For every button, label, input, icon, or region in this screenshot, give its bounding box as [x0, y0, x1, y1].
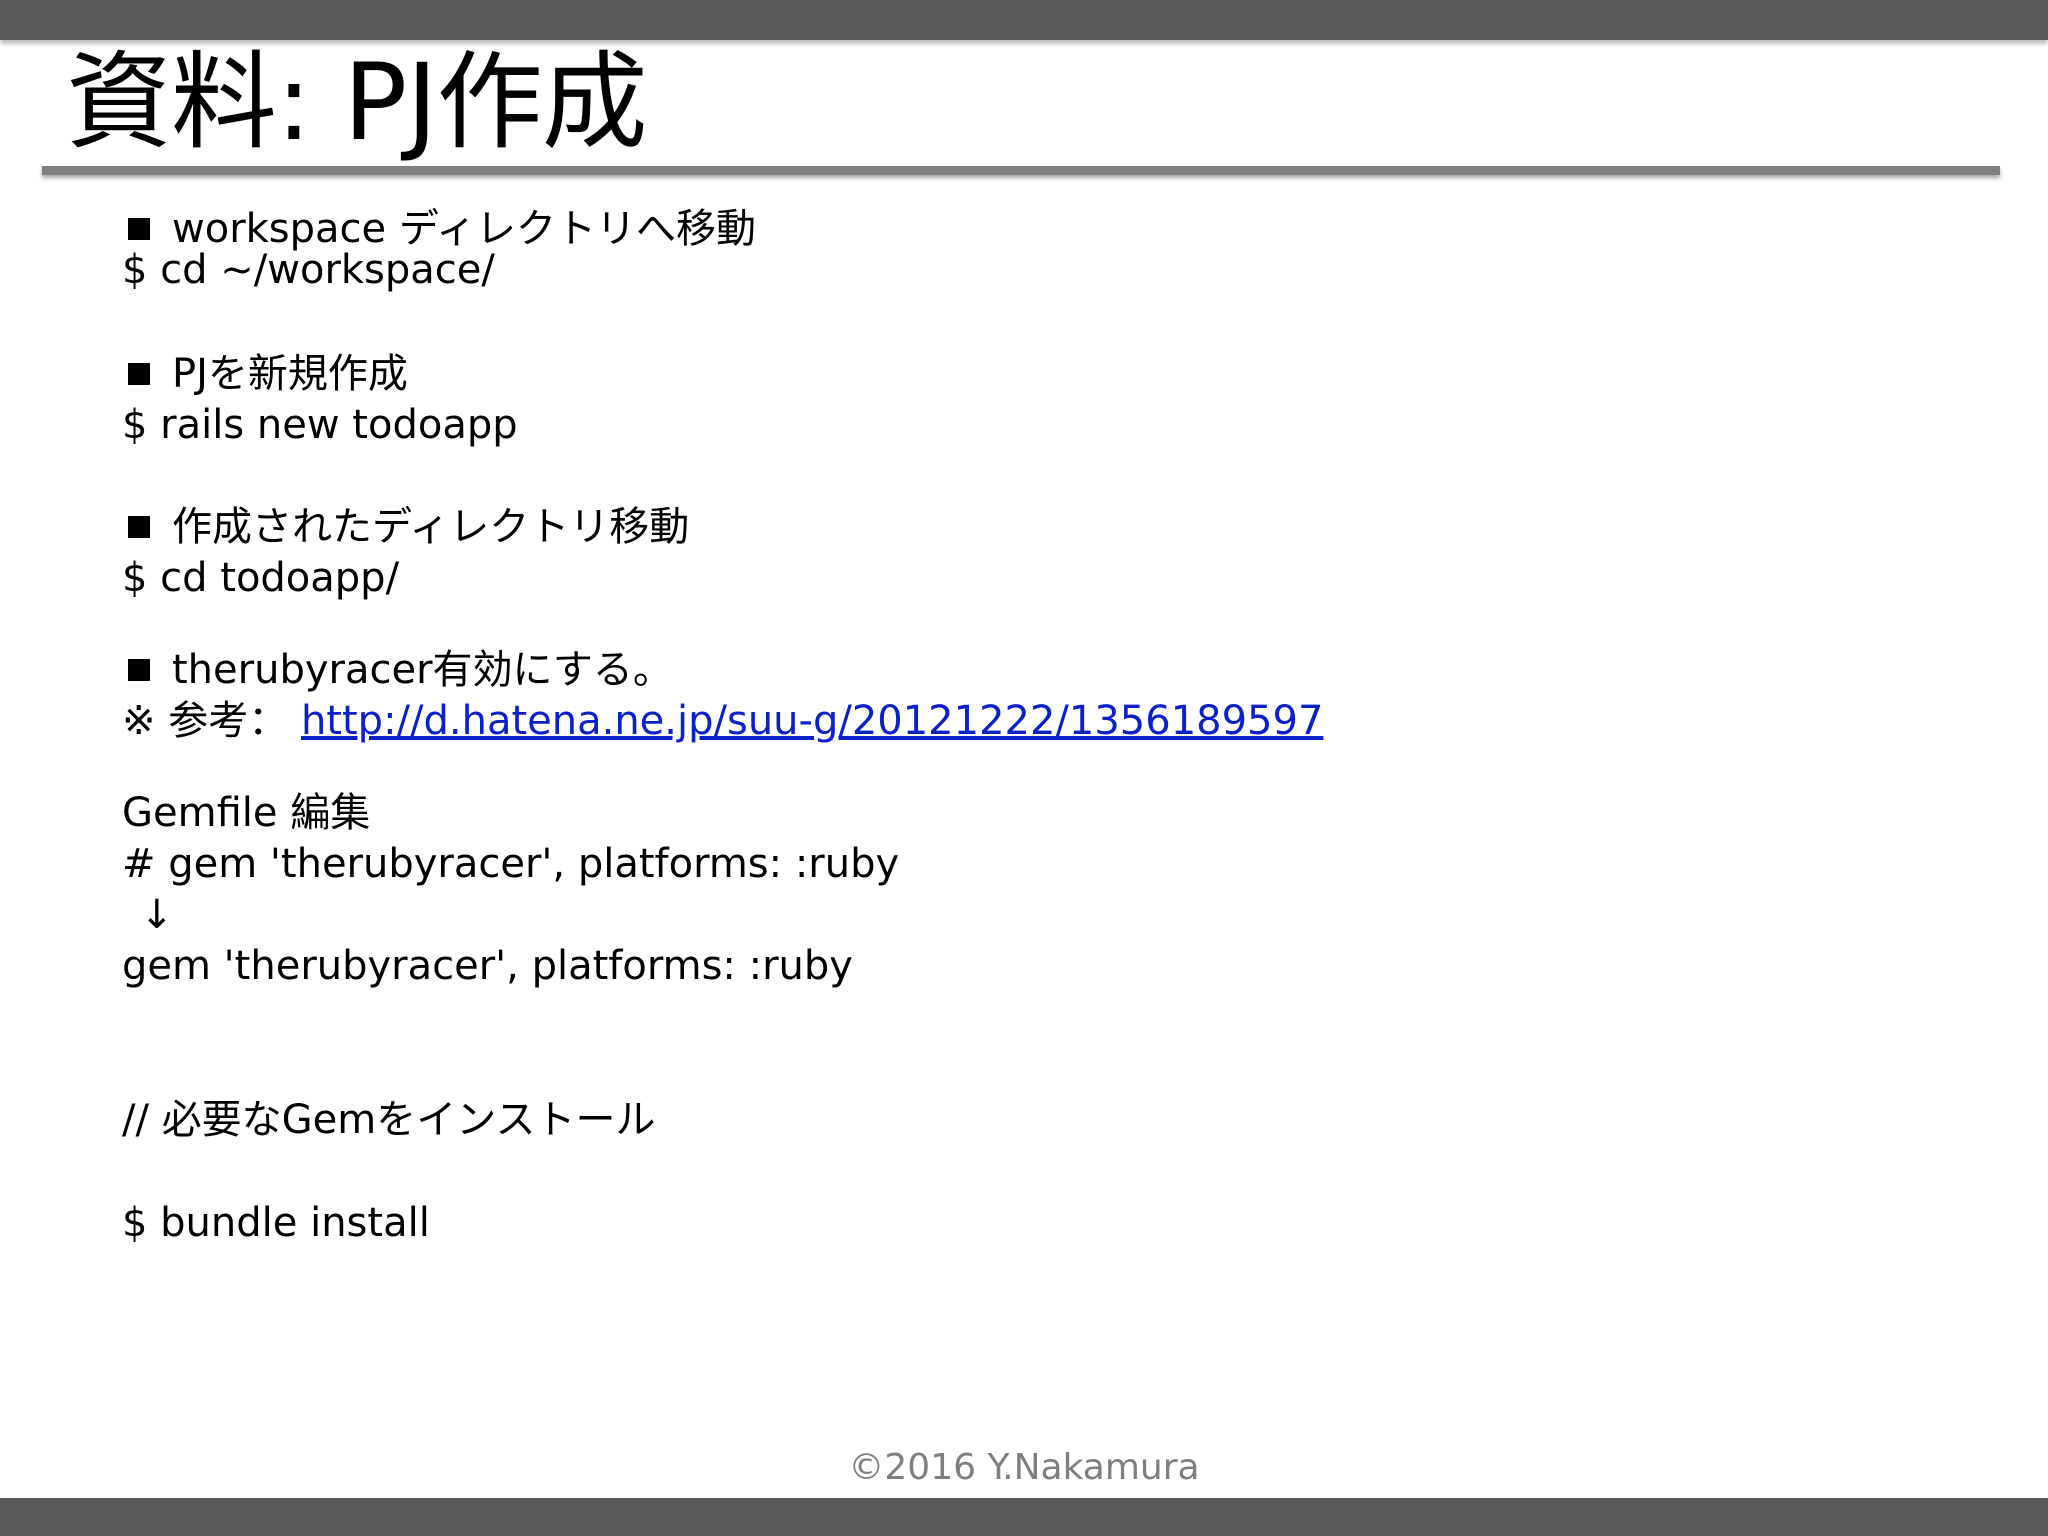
- reference-line: ※ 参考： http://d.hatena.ne.jp/suu-g/201212…: [122, 697, 1323, 745]
- reference-link[interactable]: http://d.hatena.ne.jp/suu-g/20121222/135…: [301, 698, 1323, 744]
- install-comment: // 必要なGemをインストール: [122, 1097, 656, 1143]
- bullet-item-therubyracer: therubyracer有効にする。: [128, 646, 673, 694]
- bullet-item-change-dir: 作成されたディレクトリ移動: [128, 503, 689, 551]
- command-line: $ cd todoapp/: [122, 555, 400, 601]
- square-bullet-icon: [128, 363, 150, 385]
- code-before: # gem 'therubyracer', platforms: :ruby: [122, 841, 900, 887]
- bullet-text: PJを新規作成: [172, 351, 408, 397]
- square-bullet-icon: [128, 516, 150, 538]
- reference-prefix: ※ 参考：: [122, 698, 289, 744]
- code-after: gem 'therubyracer', platforms: :ruby: [122, 943, 853, 989]
- square-bullet-icon: [128, 218, 150, 240]
- down-arrow-icon: ↓: [140, 892, 174, 938]
- command-line: $ bundle install: [122, 1200, 430, 1246]
- bullet-item-new-project: PJを新規作成: [128, 350, 408, 398]
- command-line: $ rails new todoapp: [122, 402, 518, 448]
- bullet-text: 作成されたディレクトリ移動: [172, 504, 690, 550]
- command-line: $ cd ~/workspace/: [122, 247, 495, 293]
- gemfile-label: Gemfile 編集: [122, 790, 371, 836]
- footer-copyright: ©2016 Y.Nakamura: [848, 1447, 1200, 1488]
- slide-body: workspace ディレクトリへ移動 $ cd ~/workspace/ PJ…: [0, 0, 2048, 1536]
- square-bullet-icon: [128, 659, 150, 681]
- bottom-bar: [0, 1498, 2048, 1536]
- bullet-text: therubyracer有効にする。: [172, 647, 673, 693]
